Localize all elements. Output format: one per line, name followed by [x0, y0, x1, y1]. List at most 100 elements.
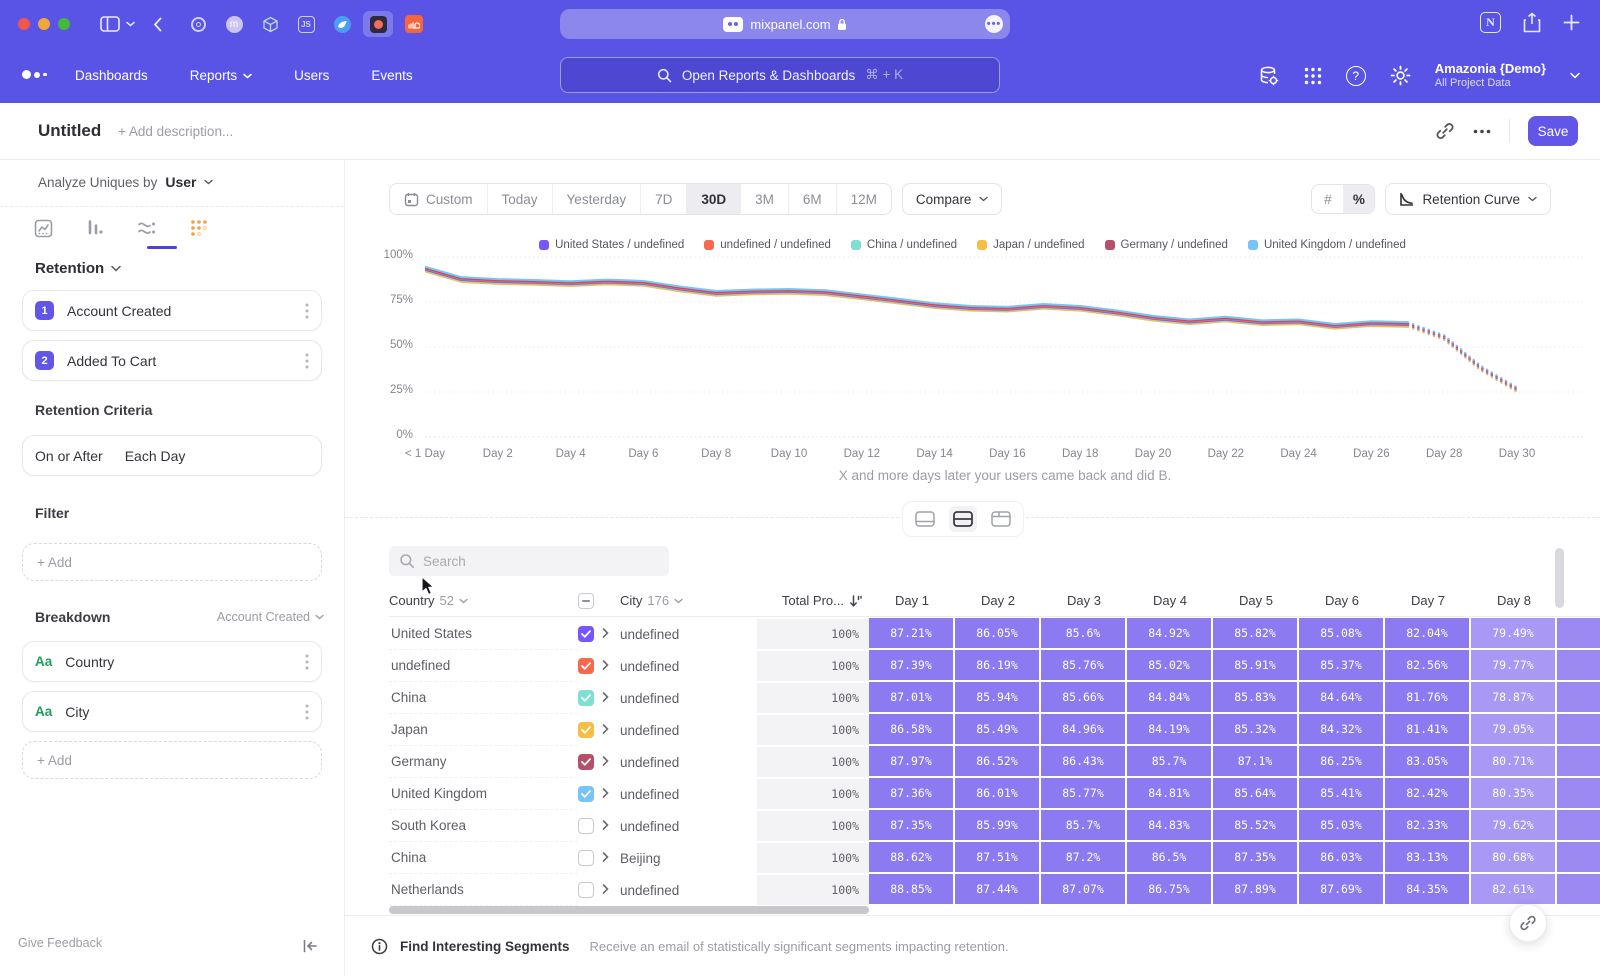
- day-column-header[interactable]: Day 6: [1299, 593, 1385, 608]
- select-all-checkbox[interactable]: [578, 593, 602, 609]
- expand-row-icon[interactable]: [602, 881, 620, 899]
- view-toggle-chart-icon[interactable]: [911, 506, 939, 532]
- day-column-header[interactable]: Day 7: [1385, 593, 1471, 608]
- add-breakdown-button[interactable]: + Add: [22, 741, 322, 779]
- expand-row-icon[interactable]: [602, 689, 620, 707]
- retention-cell[interactable]: 79.49%: [1471, 618, 1555, 648]
- retention-cell[interactable]: 86.05%: [955, 618, 1039, 648]
- retention-cell[interactable]: 87.35%: [869, 810, 953, 840]
- help-icon[interactable]: ?: [1346, 66, 1366, 86]
- maximize-window-button[interactable]: [58, 18, 70, 30]
- kebab-menu-icon[interactable]: [305, 704, 309, 720]
- legend-item[interactable]: Germany / undefined: [1105, 239, 1228, 251]
- legend-item[interactable]: United States / undefined: [539, 239, 684, 251]
- range-yesterday[interactable]: Yesterday: [553, 184, 642, 214]
- retention-cell[interactable]: 86.01%: [955, 778, 1039, 808]
- expand-row-icon[interactable]: [602, 785, 620, 803]
- row-checkbox[interactable]: [578, 722, 602, 738]
- retention-cell[interactable]: 86.19%: [955, 650, 1039, 680]
- retention-cell[interactable]: 87.97%: [869, 746, 953, 776]
- range-12m[interactable]: 12M: [837, 184, 891, 214]
- row-checkbox[interactable]: [578, 658, 602, 674]
- address-more-icon[interactable]: •••: [985, 15, 1003, 33]
- retention-cell[interactable]: 80.71%: [1471, 746, 1555, 776]
- retention-cell[interactable]: 85.49%: [955, 714, 1039, 744]
- retention-cell[interactable]: 86.75%: [1127, 874, 1211, 904]
- retention-cell[interactable]: 85.82%: [1213, 618, 1297, 648]
- retention-cell[interactable]: 85.99%: [955, 810, 1039, 840]
- retention-cell[interactable]: 85.7%: [1127, 746, 1211, 776]
- expand-row-icon[interactable]: [602, 753, 620, 771]
- retention-cell[interactable]: 85.91%: [1213, 650, 1297, 680]
- retention-cell[interactable]: 85.7%: [1041, 810, 1125, 840]
- tab-favicon-cube-icon[interactable]: [255, 11, 285, 37]
- retention-cell[interactable]: 87.2%: [1041, 842, 1125, 872]
- range-custom[interactable]: Custom: [390, 184, 488, 214]
- save-button[interactable]: Save: [1528, 116, 1578, 146]
- retention-cell[interactable]: 87.07%: [1041, 874, 1125, 904]
- project-switcher[interactable]: Amazonia {Demo} All Project Data: [1435, 61, 1546, 91]
- expand-row-icon[interactable]: [602, 625, 620, 643]
- retention-cell[interactable]: 86.43%: [1041, 746, 1125, 776]
- more-options-icon[interactable]: [1473, 129, 1491, 134]
- row-checkbox[interactable]: [578, 882, 602, 898]
- row-checkbox[interactable]: [578, 754, 602, 770]
- retention-cell[interactable]: 86.58%: [869, 714, 953, 744]
- retention-cell[interactable]: 80.68%: [1471, 842, 1555, 872]
- absolute-numbers-toggle[interactable]: #: [1312, 185, 1343, 213]
- tab-funnels-icon[interactable]: [82, 215, 108, 241]
- legend-item[interactable]: Japan / undefined: [977, 239, 1084, 251]
- sort-icon[interactable]: [849, 594, 863, 608]
- minimize-window-button[interactable]: [38, 18, 50, 30]
- sidebar-toggle-icon[interactable]: [100, 16, 120, 32]
- retention-cell[interactable]: 85.37%: [1299, 650, 1383, 680]
- back-button[interactable]: [153, 17, 162, 32]
- row-checkbox[interactable]: [578, 850, 602, 866]
- vertical-scrollbar[interactable]: [1555, 548, 1564, 608]
- tab-insights-icon[interactable]: [30, 215, 56, 241]
- expand-row-icon[interactable]: [602, 721, 620, 739]
- share-link-fab[interactable]: [1509, 904, 1547, 942]
- retention-cell[interactable]: 88.85%: [869, 874, 953, 904]
- tab-retention-icon[interactable]: [186, 215, 212, 241]
- retention-cell[interactable]: 81.41%: [1385, 714, 1469, 744]
- tab-favicon-bird-icon[interactable]: [327, 11, 357, 37]
- retention-cell[interactable]: 87.51%: [955, 842, 1039, 872]
- country-column-header[interactable]: Country 52: [389, 593, 578, 608]
- address-bar[interactable]: mixpanel.com •••: [560, 9, 1010, 39]
- retention-cell[interactable]: 87.35%: [1213, 842, 1297, 872]
- tab-favicon-mixpanel-icon[interactable]: [363, 11, 393, 37]
- retention-cell[interactable]: 86.52%: [955, 746, 1039, 776]
- new-tab-icon[interactable]: [1563, 14, 1580, 31]
- legend-item[interactable]: China / undefined: [851, 239, 957, 251]
- expand-row-icon[interactable]: [602, 817, 620, 835]
- retention-cell[interactable]: 83.13%: [1385, 842, 1469, 872]
- retention-cell[interactable]: 87.36%: [869, 778, 953, 808]
- row-checkbox[interactable]: [578, 786, 602, 802]
- retention-cell[interactable]: 84.96%: [1041, 714, 1125, 744]
- range-6m[interactable]: 6M: [789, 184, 837, 214]
- retention-cell[interactable]: 84.81%: [1127, 778, 1211, 808]
- share-icon[interactable]: [1523, 12, 1541, 33]
- retention-cell[interactable]: 85.77%: [1041, 778, 1125, 808]
- kebab-menu-icon[interactable]: [305, 353, 309, 369]
- total-column-header[interactable]: Total Pro...: [757, 593, 869, 608]
- retention-cell[interactable]: 85.52%: [1213, 810, 1297, 840]
- retention-cell[interactable]: 87.01%: [869, 682, 953, 712]
- retention-cell[interactable]: 84.83%: [1127, 810, 1211, 840]
- close-window-button[interactable]: [18, 18, 30, 30]
- horizontal-scrollbar[interactable]: [389, 906, 869, 914]
- mixpanel-logo[interactable]: [22, 70, 47, 79]
- retention-cell[interactable]: 87.44%: [955, 874, 1039, 904]
- day-column-header[interactable]: Day 2: [955, 593, 1041, 608]
- retention-cell[interactable]: 78.87%: [1471, 682, 1555, 712]
- breakdown-country-card[interactable]: Aa Country: [22, 641, 322, 682]
- nav-reports[interactable]: Reports: [190, 68, 252, 83]
- city-column-header[interactable]: City 176: [620, 593, 757, 608]
- retention-cell[interactable]: 82.04%: [1385, 618, 1469, 648]
- retention-cell[interactable]: 79.77%: [1471, 650, 1555, 680]
- retention-cell[interactable]: 85.6%: [1041, 618, 1125, 648]
- retention-cell[interactable]: 84.64%: [1299, 682, 1383, 712]
- range-3m[interactable]: 3M: [741, 184, 789, 214]
- retention-section-header[interactable]: Retention: [35, 260, 121, 277]
